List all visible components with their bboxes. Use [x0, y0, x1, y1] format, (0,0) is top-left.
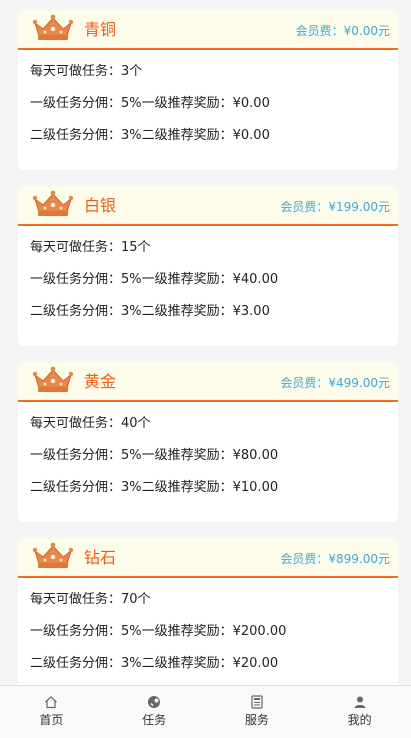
level-card-body: 每天可做任务：3个 一级任务分佣：5%一级推荐奖励：¥0.00 二级任务分佣：3…: [18, 50, 398, 170]
tab-label: 任务: [142, 713, 167, 727]
tab-mine[interactable]: 我的: [308, 686, 411, 738]
level1-commission: 一级任务分佣：5%一级推荐奖励：¥80.00: [30, 448, 279, 463]
level-card-diamond[interactable]: 钻石 会员费：¥899.00元 每天可做任务：70个 一级任务分佣：5%一级推荐…: [18, 538, 398, 698]
level-card-body: 每天可做任务：40个 一级任务分佣：5%一级推荐奖励：¥80.00 二级任务分佣…: [18, 402, 398, 522]
bottom-tab-bar: 首页 任务 服务 我的: [0, 685, 411, 738]
crown-icon: [32, 14, 74, 40]
level-name: 钻石: [84, 548, 117, 567]
level-card-silver[interactable]: 白银 会员费：¥199.00元 每天可做任务：15个 一级任务分佣：5%一级推荐…: [18, 186, 398, 346]
service-icon: [251, 695, 263, 709]
membership-fee: 会员费：¥499.00元: [280, 376, 390, 390]
level2-commission: 二级任务分佣：3%二级推荐奖励：¥10.00: [30, 480, 279, 495]
tab-home[interactable]: 首页: [0, 686, 103, 738]
level-card-body: 每天可做任务：70个 一级任务分佣：5%一级推荐奖励：¥200.00 二级任务分…: [18, 578, 398, 698]
level-name: 黄金: [84, 372, 117, 391]
level2-commission: 二级任务分佣：3%二级推荐奖励：¥3.00: [30, 304, 270, 319]
daily-task-limit: 每天可做任务：3个: [30, 64, 143, 79]
level-card-header: 钻石 会员费：¥899.00元: [18, 538, 398, 578]
membership-fee: 会员费：¥0.00元: [295, 24, 390, 38]
level-card-body: 每天可做任务：15个 一级任务分佣：5%一级推荐奖励：¥40.00 二级任务分佣…: [18, 226, 398, 346]
level2-commission: 二级任务分佣：3%二级推荐奖励：¥0.00: [30, 128, 270, 143]
tab-task[interactable]: 任务: [103, 686, 206, 738]
level-card-header: 白银 会员费：¥199.00元: [18, 186, 398, 226]
level1-commission: 一级任务分佣：5%一级推荐奖励：¥0.00: [30, 96, 270, 111]
daily-task-limit: 每天可做任务：15个: [30, 240, 151, 255]
level-name: 白银: [84, 196, 117, 215]
tab-service[interactable]: 服务: [206, 686, 309, 738]
tab-label: 服务: [244, 713, 269, 727]
level2-commission: 二级任务分佣：3%二级推荐奖励：¥20.00: [30, 656, 279, 671]
level-card-gold[interactable]: 黄金 会员费：¥499.00元 每天可做任务：40个 一级任务分佣：5%一级推荐…: [18, 362, 398, 522]
tab-label: 我的: [347, 713, 372, 727]
app-viewport: 青铜 会员费：¥0.00元 每天可做任务：3个 一级任务分佣：5%一级推荐奖励：…: [0, 0, 411, 738]
crown-icon: [32, 366, 74, 392]
level-card-header: 黄金 会员费：¥499.00元: [18, 362, 398, 402]
crown-icon: [32, 542, 74, 568]
user-icon: [354, 696, 366, 708]
membership-fee: 会员费：¥199.00元: [280, 200, 390, 214]
home-icon: [45, 696, 58, 709]
task-icon: [148, 696, 161, 708]
daily-task-limit: 每天可做任务：70个: [30, 592, 151, 607]
level1-commission: 一级任务分佣：5%一级推荐奖励：¥200.00: [30, 624, 287, 639]
membership-fee: 会员费：¥899.00元: [280, 552, 390, 566]
level1-commission: 一级任务分佣：5%一级推荐奖励：¥40.00: [30, 272, 279, 287]
daily-task-limit: 每天可做任务：40个: [30, 416, 151, 431]
level-card-bronze[interactable]: 青铜 会员费：¥0.00元 每天可做任务：3个 一级任务分佣：5%一级推荐奖励：…: [18, 10, 398, 170]
level-card-header: 青铜 会员费：¥0.00元: [18, 10, 398, 50]
tab-label: 首页: [39, 713, 64, 727]
level-name: 青铜: [84, 20, 117, 39]
crown-icon: [32, 190, 74, 216]
